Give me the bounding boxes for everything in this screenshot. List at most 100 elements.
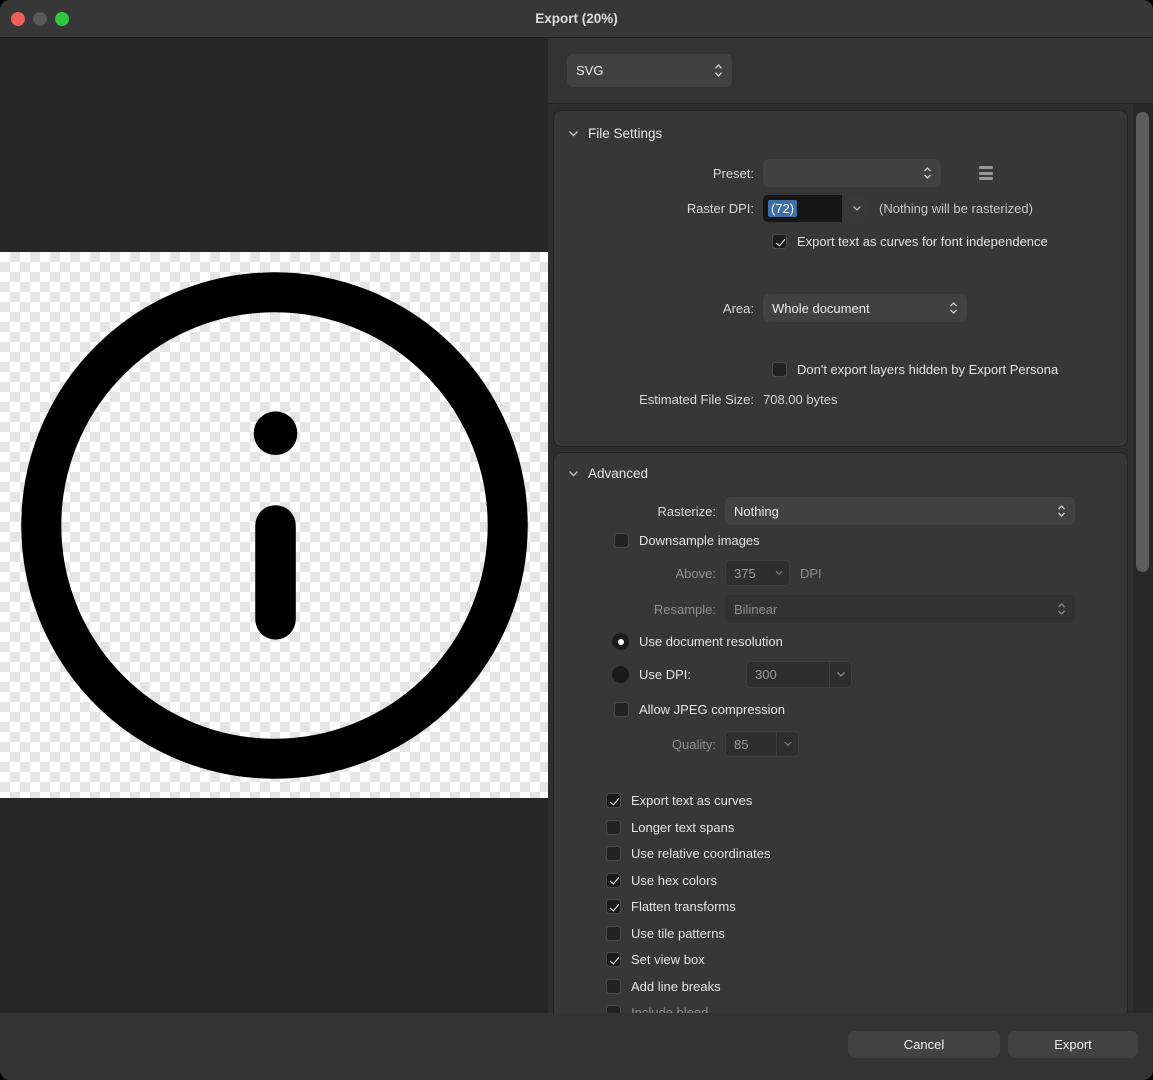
checkbox[interactable]	[614, 702, 629, 717]
svg-options-list: Export text as curves Longer text spans …	[566, 793, 1127, 1013]
close-button[interactable]	[11, 12, 25, 26]
chevron-updown-icon	[923, 166, 932, 180]
transparency-checkerboard	[0, 252, 548, 798]
area-select[interactable]: Whole document	[763, 294, 967, 322]
scrollbar-thumb[interactable]	[1136, 112, 1149, 572]
checkbox-label: Don't export layers hidden by Export Per…	[797, 362, 1058, 377]
option-export-text-as-curves[interactable]: Export text as curves	[606, 793, 1127, 808]
checkbox[interactable]	[614, 533, 629, 548]
checkbox-label: Flatten transforms	[631, 899, 736, 914]
preset-label: Preset:	[566, 166, 763, 181]
chevron-down-icon	[568, 130, 579, 137]
quality-label: Quality:	[566, 737, 725, 752]
option-use-relative-coordinates[interactable]: Use relative coordinates	[606, 846, 1127, 861]
area-label: Area:	[566, 301, 763, 316]
chevron-down-icon	[836, 671, 846, 678]
downsample-images-checkbox[interactable]: Downsample images	[614, 533, 1127, 548]
checkbox-label: Allow JPEG compression	[639, 702, 785, 717]
scrollbar-track[interactable]	[1133, 104, 1153, 1013]
section-title: File Settings	[588, 126, 662, 141]
raster-dpi-selected-text: (72)	[768, 200, 797, 217]
checkbox[interactable]	[606, 979, 621, 994]
radio[interactable]	[612, 666, 629, 683]
format-select-value: SVG	[576, 63, 603, 78]
checkbox-label: Set view box	[631, 952, 705, 967]
zoom-button[interactable]	[55, 12, 69, 26]
resample-select-value: Bilinear	[734, 602, 777, 617]
chevron-updown-icon	[1057, 504, 1066, 518]
checkbox[interactable]	[606, 952, 621, 967]
option-add-line-breaks[interactable]: Add line breaks	[606, 979, 1127, 994]
raster-dpi-input[interactable]: (72)	[763, 195, 842, 222]
rasterize-select-value: Nothing	[734, 504, 779, 519]
use-document-resolution-radio[interactable]: Use document resolution	[612, 633, 1127, 650]
checkbox[interactable]	[606, 873, 621, 888]
radio-label: Use DPI:	[639, 667, 736, 682]
checkbox-label: Export text as curves for font independe…	[797, 234, 1048, 249]
file-settings-header[interactable]: File Settings	[566, 123, 1127, 143]
option-use-hex-colors[interactable]: Use hex colors	[606, 873, 1127, 888]
resample-select[interactable]: Bilinear	[725, 595, 1075, 623]
minimize-button[interactable]	[33, 12, 47, 26]
estimated-size-value: 708.00 bytes	[763, 392, 837, 407]
preset-select[interactable]	[763, 159, 941, 187]
rasterize-label: Rasterize:	[566, 504, 725, 519]
file-settings-section: File Settings Preset: Raster DPI:	[553, 110, 1128, 447]
allow-jpeg-compression-checkbox[interactable]: Allow JPEG compression	[614, 702, 1127, 717]
raster-dpi-dropdown-button[interactable]	[844, 195, 869, 222]
format-select[interactable]: SVG	[567, 54, 732, 87]
checkbox[interactable]	[772, 234, 787, 249]
above-dpi-value: 375	[726, 561, 775, 585]
chevron-down-icon	[784, 741, 792, 747]
dont-export-hidden-checkbox[interactable]: Don't export layers hidden by Export Per…	[772, 362, 1127, 377]
preview-canvas	[0, 38, 548, 1013]
estimated-size-label: Estimated File Size:	[566, 392, 763, 407]
cancel-button[interactable]: Cancel	[848, 1031, 1000, 1058]
traffic-lights	[11, 12, 69, 26]
checkbox[interactable]	[606, 899, 621, 914]
export-button[interactable]: Export	[1008, 1031, 1138, 1058]
checkbox-label: Use hex colors	[631, 873, 717, 888]
quality-combo[interactable]: 85	[725, 731, 799, 757]
raster-dpi-label: Raster DPI:	[566, 201, 763, 216]
checkbox-label: Include bleed	[631, 1005, 708, 1013]
raster-dpi-note: (Nothing will be rasterized)	[879, 201, 1033, 216]
checkbox[interactable]	[606, 846, 621, 861]
checkbox-label: Use relative coordinates	[631, 846, 770, 861]
advanced-header[interactable]: Advanced	[566, 463, 1127, 483]
checkbox[interactable]	[606, 793, 621, 808]
checkbox[interactable]	[606, 1005, 621, 1013]
resample-label: Resample:	[566, 602, 725, 617]
chevron-down-icon	[775, 570, 783, 576]
chevron-down-icon	[568, 470, 579, 477]
export-text-curves-font-checkbox[interactable]: Export text as curves for font independe…	[772, 234, 1127, 249]
chevron-updown-icon	[1057, 602, 1066, 616]
option-flatten-transforms[interactable]: Flatten transforms	[606, 899, 1127, 914]
checkbox-label: Add line breaks	[631, 979, 721, 994]
option-include-bleed[interactable]: Include bleed	[606, 1005, 1127, 1013]
checkbox-label: Export text as curves	[631, 793, 752, 808]
use-dpi-combo[interactable]: 300	[746, 661, 852, 688]
advanced-section: Advanced Rasterize: Nothing Downsample i	[553, 452, 1128, 1013]
checkbox[interactable]	[606, 820, 621, 835]
above-dpi-combo[interactable]: 375	[725, 560, 790, 586]
above-label: Above:	[566, 566, 725, 581]
window-title: Export (20%)	[0, 11, 1153, 26]
titlebar: Export (20%)	[0, 0, 1153, 38]
checkbox-label: Longer text spans	[631, 820, 734, 835]
checkbox[interactable]	[772, 362, 787, 377]
checkbox-label: Use tile patterns	[631, 926, 725, 941]
option-set-view-box[interactable]: Set view box	[606, 952, 1127, 967]
checkbox[interactable]	[606, 926, 621, 941]
quality-dropdown-button[interactable]	[776, 732, 798, 756]
info-icon	[21, 272, 528, 779]
preset-menu-button[interactable]	[979, 166, 993, 180]
option-longer-text-spans[interactable]: Longer text spans	[606, 820, 1127, 835]
use-dpi-radio[interactable]: Use DPI: 300	[612, 661, 1127, 688]
area-select-value: Whole document	[772, 301, 870, 316]
export-settings-panel: SVG File Settings Preset:	[548, 38, 1153, 1013]
use-dpi-dropdown-button[interactable]	[829, 662, 851, 687]
radio[interactable]	[612, 633, 629, 650]
rasterize-select[interactable]: Nothing	[725, 497, 1075, 525]
option-use-tile-patterns[interactable]: Use tile patterns	[606, 926, 1127, 941]
